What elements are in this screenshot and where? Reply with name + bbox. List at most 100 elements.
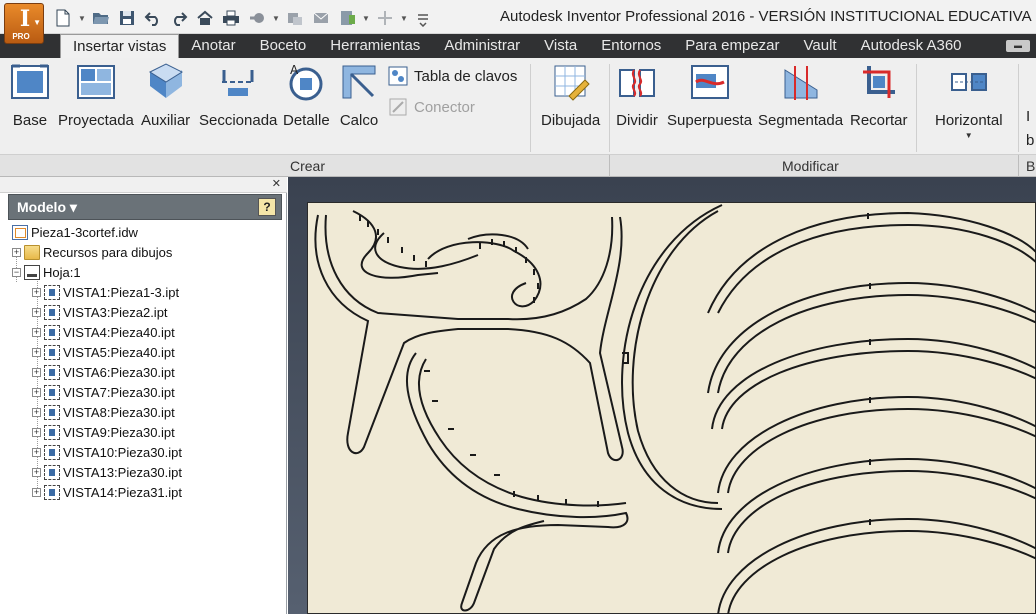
projected-view-button[interactable]: Proyectada	[58, 60, 134, 129]
tab-herramientas[interactable]: Herramientas	[318, 34, 432, 58]
tree-node-view[interactable]: + VISTA6:Pieza30.ipt	[12, 362, 282, 382]
expand-icon[interactable]: +	[32, 407, 41, 417]
tree-node-view[interactable]: + VISTA10:Pieza30.ipt	[12, 442, 282, 462]
ribbon-panel: Base Proyectada Auxiliar Seccionada A De…	[0, 58, 1036, 177]
expand-icon[interactable]: +	[32, 447, 41, 457]
tree-node-sheet[interactable]: − Hoja:1	[12, 262, 282, 282]
overflow-label-top: I	[1026, 108, 1031, 125]
tree-node-resources[interactable]: + Recursos para dibujos	[12, 242, 282, 262]
material-icon[interactable]	[284, 7, 306, 29]
slice-icon	[780, 60, 822, 104]
tree-node-label: VISTA5:Pieza40.ipt	[63, 344, 175, 360]
drawing-view-icon	[44, 444, 60, 460]
tree-node-view[interactable]: + VISTA9:Pieza30.ipt	[12, 422, 282, 442]
tree-node-view[interactable]: + VISTA8:Pieza30.ipt	[12, 402, 282, 422]
tab-autodesk-a360[interactable]: Autodesk A360	[849, 34, 974, 58]
break-button[interactable]: Dividir	[616, 60, 658, 129]
browser-header[interactable]: Modelo ▾ ?	[8, 194, 282, 220]
expand-icon[interactable]: +	[32, 427, 41, 437]
horizontal-align-button[interactable]: Horizontal ▼	[935, 60, 1003, 140]
application-menu-button[interactable]: I PRO ▼	[4, 3, 44, 44]
home-icon[interactable]	[194, 7, 216, 29]
help-icon[interactable]: ?	[258, 198, 276, 216]
chevron-down-icon[interactable]: ▼	[272, 14, 280, 23]
expand-icon[interactable]: +	[32, 387, 41, 397]
new-icon[interactable]	[52, 7, 74, 29]
tree-node-label: Recursos para dibujos	[43, 244, 173, 260]
expand-icon[interactable]: +	[12, 247, 21, 257]
section-view-label: Seccionada	[199, 112, 278, 129]
open-icon[interactable]	[90, 7, 112, 29]
expand-icon[interactable]: +	[32, 287, 41, 297]
tree-node-label: VISTA10:Pieza30.ipt	[63, 444, 182, 460]
break-out-table-button[interactable]: Tabla de clavos	[388, 66, 517, 86]
expand-icon[interactable]: +	[32, 307, 41, 317]
auxiliary-view-label: Auxiliar	[141, 112, 191, 129]
print-icon[interactable]	[220, 7, 242, 29]
expand-icon[interactable]: +	[32, 487, 41, 497]
tree-node-view[interactable]: + VISTA4:Pieza40.ipt	[12, 322, 282, 342]
expand-icon[interactable]: +	[32, 347, 41, 357]
expand-icon[interactable]: +	[32, 467, 41, 477]
tree-node-file[interactable]: Pieza1-3cortef.idw	[12, 222, 282, 242]
parameters-icon[interactable]	[336, 7, 358, 29]
tab-vista[interactable]: Vista	[532, 34, 589, 58]
tab-administrar[interactable]: Administrar	[432, 34, 532, 58]
tree-node-view[interactable]: + VISTA14:Pieza31.ipt	[12, 482, 282, 502]
drawing-view-icon	[44, 424, 60, 440]
overlay-view-icon	[338, 60, 380, 104]
detail-view-label: Detalle	[283, 112, 330, 129]
detail-view-button[interactable]: A Detalle	[283, 60, 330, 129]
tab-anotar[interactable]: Anotar	[179, 34, 247, 58]
tree-node-view[interactable]: + VISTA13:Pieza30.ipt	[12, 462, 282, 482]
customize-icon[interactable]	[412, 7, 434, 29]
graphics-window[interactable]	[288, 177, 1036, 614]
rib-6	[717, 517, 1036, 614]
drawing-geometry	[314, 204, 1036, 614]
base-view-label: Base	[12, 112, 48, 129]
tree-node-view[interactable]: + VISTA1:Pieza1-3.ipt	[12, 282, 282, 302]
ribbon-minimize-button[interactable]: ▬	[1006, 40, 1030, 52]
slice-button[interactable]: Segmentada	[758, 60, 843, 129]
projected-view-label: Proyectada	[58, 112, 134, 129]
overlay-view-button[interactable]: Calco	[338, 60, 380, 129]
add-icon[interactable]	[374, 7, 396, 29]
browser-title[interactable]: Modelo ▾	[17, 199, 77, 216]
tree-node-view[interactable]: + VISTA3:Pieza2.ipt	[12, 302, 282, 322]
drawing-sheet[interactable]	[307, 202, 1036, 614]
rib-notches	[867, 213, 871, 525]
chevron-down-icon[interactable]: ▼	[362, 14, 370, 23]
chevron-down-icon[interactable]: ▼	[965, 131, 973, 140]
break-out-button[interactable]: Superpuesta	[667, 60, 752, 129]
auxiliary-view-button[interactable]: Auxiliar	[141, 60, 190, 129]
draft-view-label: Dibujada	[541, 112, 601, 129]
draft-view-button[interactable]: Dibujada	[541, 60, 600, 129]
base-view-button[interactable]: Base	[9, 60, 51, 129]
save-icon[interactable]	[116, 7, 138, 29]
expand-icon[interactable]: +	[32, 367, 41, 377]
tab-vault[interactable]: Vault	[792, 34, 849, 58]
tree-node-label: VISTA14:Pieza31.ipt	[63, 484, 182, 500]
crop-button[interactable]: Recortar	[850, 60, 908, 129]
expand-icon[interactable]: +	[32, 327, 41, 337]
close-icon[interactable]: ✕	[272, 177, 281, 190]
group-crear-label: Crear	[290, 158, 326, 174]
pro-badge: PRO	[12, 32, 30, 41]
collapse-icon[interactable]: −	[12, 267, 21, 277]
tab-boceto[interactable]: Boceto	[248, 34, 319, 58]
undo-icon[interactable]	[142, 7, 164, 29]
tab-insertar-vistas[interactable]: Insertar vistas	[60, 34, 180, 58]
redo-icon[interactable]	[168, 7, 190, 29]
tab-para-empezar[interactable]: Para empezar	[673, 34, 791, 58]
chevron-down-icon[interactable]: ▼	[400, 14, 408, 23]
section-view-button[interactable]: Seccionada	[199, 60, 277, 129]
color-icon[interactable]	[246, 7, 268, 29]
connector-button[interactable]: Conector	[388, 97, 475, 117]
tree-node-view[interactable]: + VISTA7:Pieza30.ipt	[12, 382, 282, 402]
chevron-down-icon[interactable]: ▼	[78, 14, 86, 23]
appearance-icon[interactable]	[310, 7, 332, 29]
tab-entornos[interactable]: Entornos	[589, 34, 673, 58]
rib-2	[707, 281, 1036, 394]
tree-node-view[interactable]: + VISTA5:Pieza40.ipt	[12, 342, 282, 362]
break-label: Dividir	[616, 112, 658, 129]
